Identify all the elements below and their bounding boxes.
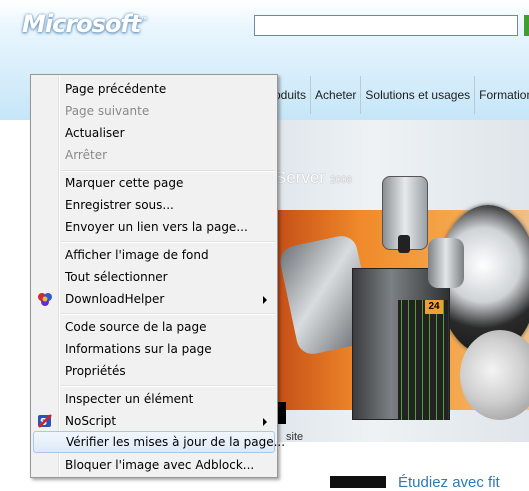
menu-separator: [61, 241, 275, 243]
microsoft-logo[interactable]: Microsoft™: [22, 10, 148, 38]
menu-item-view-source[interactable]: Code source de la page: [33, 316, 275, 338]
nav-item-acheter[interactable]: Acheter: [311, 76, 362, 114]
menu-item-back[interactable]: Page précédente: [33, 78, 275, 100]
search-button[interactable]: [524, 15, 529, 36]
menu-item-save-as[interactable]: Enregistrer sous...: [33, 194, 275, 216]
menu-item-inspect[interactable]: Inspecter un élément: [33, 388, 275, 410]
feature-thumbnail[interactable]: [330, 476, 386, 488]
menu-item-stop[interactable]: Arrêter: [33, 144, 275, 166]
menu-item-view-background[interactable]: Afficher l'image de fond: [33, 244, 275, 266]
menu-item-properties[interactable]: Propriétés: [33, 360, 275, 382]
menu-item-label: DownloadHelper: [65, 292, 165, 306]
server-rack-image: [398, 300, 448, 420]
nav-item-solutions[interactable]: Solutions et usages: [361, 76, 476, 114]
noscript-icon: S: [37, 413, 53, 429]
menu-item-page-info[interactable]: Informations sur la page: [33, 338, 275, 360]
banner-link[interactable]: site: [286, 431, 303, 443]
downloadhelper-icon: [37, 291, 53, 307]
menu-item-noscript[interactable]: S NoScript: [33, 410, 275, 432]
robot-eye-image: [398, 235, 410, 253]
menu-item-label: NoScript: [65, 414, 117, 428]
submenu-arrow-icon: [263, 418, 267, 426]
menu-separator: [61, 313, 275, 315]
menu-item-bookmark[interactable]: Marquer cette page: [33, 172, 275, 194]
banner-badge: 24: [425, 300, 443, 314]
robot-arm-right-image: [428, 238, 464, 288]
menu-item-select-all[interactable]: Tout sélectionner: [33, 266, 275, 288]
nav-item-formations[interactable]: Formations: [475, 76, 529, 114]
menu-item-forward[interactable]: Page suivante: [33, 100, 275, 122]
submenu-arrow-icon: [263, 296, 267, 304]
menu-item-adblock-image[interactable]: Bloquer l'image avec Adblock...: [33, 454, 275, 476]
top-nav: roduits Acheter Solutions et usages Form…: [270, 76, 529, 114]
menu-separator: [61, 385, 275, 387]
menu-item-check-updates[interactable]: Vérifier les mises à jour de la page...: [33, 431, 285, 453]
menu-item-send-link[interactable]: Envoyer un lien vers la page...: [33, 216, 275, 238]
search-input[interactable]: [254, 15, 518, 36]
menu-item-downloadhelper[interactable]: DownloadHelper: [33, 288, 275, 310]
menu-item-reload[interactable]: Actualiser: [33, 122, 275, 144]
context-menu: Page précédente Page suivante Actualiser…: [30, 74, 285, 478]
banner-title: Server 2008: [275, 168, 353, 187]
feature-title[interactable]: Étudiez avec fit: [398, 474, 500, 491]
